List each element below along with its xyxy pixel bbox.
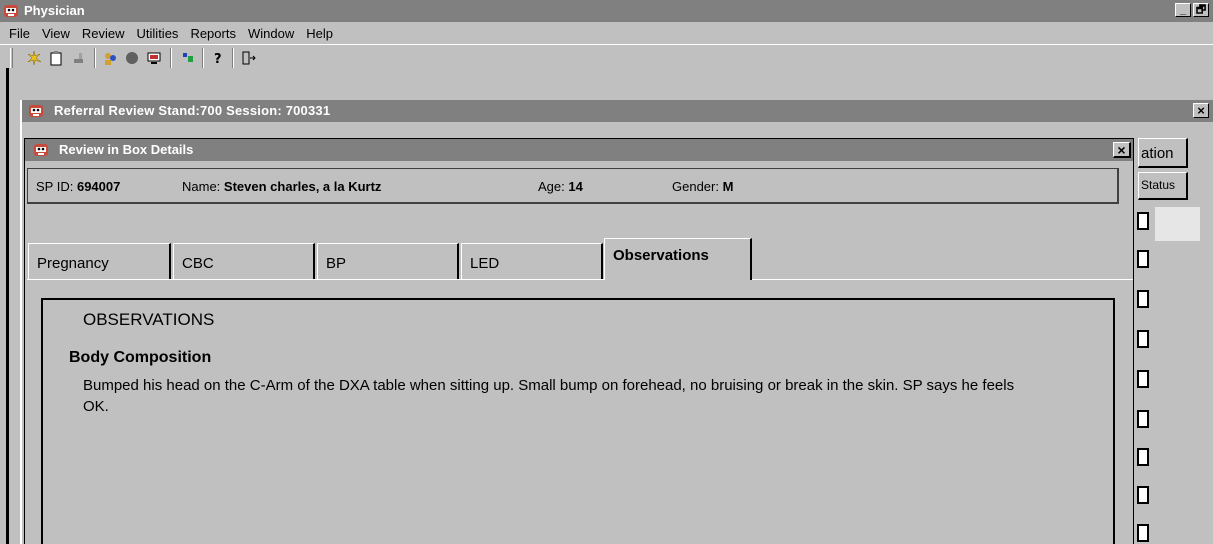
name-value: Steven charles, a la Kurtz — [223, 179, 382, 194]
observation-text: Bumped his head on the C-Arm of the DXA … — [83, 377, 1015, 415]
background-checkbox[interactable] — [1137, 524, 1149, 542]
toolbar-separator — [94, 48, 96, 68]
monitor-icon[interactable] — [144, 48, 164, 68]
review-details-title: Review in Box Details — [59, 142, 194, 157]
tab-cbc[interactable]: CBC — [173, 243, 315, 279]
tab-pregnancy[interactable]: Pregnancy — [28, 243, 171, 279]
referral-close-button[interactable]: × — [1193, 103, 1209, 118]
referral-review-title-bar: Referral Review Stand:700 Session: 70033… — [22, 100, 1213, 122]
users-icon[interactable] — [100, 48, 120, 68]
toolbar-separator — [232, 48, 234, 68]
background-checkbox[interactable] — [1137, 370, 1149, 388]
new-icon[interactable] — [24, 48, 44, 68]
gender-value: M — [722, 179, 734, 194]
menu-reports[interactable]: Reports — [184, 26, 242, 41]
menu-window[interactable]: Window — [242, 26, 300, 41]
desktop: Physician _ 🗗 File View Review Utilities… — [0, 0, 1213, 544]
tab-observations[interactable]: Observations — [604, 238, 752, 280]
toolbar: ? — [0, 44, 1213, 68]
exit-icon[interactable] — [238, 48, 258, 68]
observations-panel: OBSERVATIONS Body Composition Bumped his… — [41, 298, 1115, 544]
mdi-border — [6, 68, 9, 544]
menu-utilities[interactable]: Utilities — [131, 26, 185, 41]
review-in-box-details-window: Review in Box Details × SP ID: 694007 Na… — [24, 138, 1134, 544]
restore-button[interactable]: 🗗 — [1193, 3, 1209, 17]
toolbar-grip — [10, 48, 13, 68]
tab-strip-line — [27, 279, 1133, 280]
clipboard-icon[interactable] — [46, 48, 66, 68]
age-value: 14 — [568, 179, 583, 194]
name-field: Name: Steven charles, a la Kurtz — [182, 179, 381, 194]
background-checkbox[interactable] — [1137, 290, 1149, 308]
help-icon[interactable]: ? — [208, 48, 228, 68]
background-button-ation[interactable]: ation — [1138, 138, 1188, 168]
background-checkbox[interactable] — [1137, 212, 1149, 230]
background-checkbox[interactable] — [1137, 330, 1149, 348]
gender-field: Gender: M — [672, 179, 733, 194]
app-title-bar: Physician _ 🗗 — [0, 0, 1213, 22]
menu-file[interactable]: File — [3, 26, 36, 41]
sp-id-field: SP ID: 694007 — [36, 179, 120, 194]
sp-id-value: 694007 — [76, 179, 121, 194]
tab-bp[interactable]: BP — [317, 243, 459, 279]
window-app-icon — [33, 142, 49, 158]
svg-text:?: ? — [214, 52, 222, 66]
section-heading: Body Composition — [69, 349, 212, 366]
background-selected-cell — [1155, 207, 1200, 241]
sp-id-label: SP ID: — [36, 179, 74, 194]
menu-help[interactable]: Help — [300, 26, 339, 41]
flag-icon[interactable] — [178, 48, 198, 68]
background-button-status[interactable]: Status — [1138, 172, 1188, 200]
review-details-title-bar: Review in Box Details × — [25, 139, 1133, 161]
stamp-icon[interactable] — [68, 48, 88, 68]
menu-review[interactable]: Review — [76, 26, 131, 41]
menu-bar: File View Review Utilities Reports Windo… — [0, 22, 1213, 44]
toolbar-separator — [170, 48, 172, 68]
toolbar-separator — [202, 48, 204, 68]
physician-app-icon — [3, 3, 19, 19]
background-checkbox[interactable] — [1137, 486, 1149, 504]
background-checkbox[interactable] — [1137, 250, 1149, 268]
gender-label: Gender: — [672, 179, 719, 194]
menu-view[interactable]: View — [36, 26, 76, 41]
app-title: Physician — [24, 3, 85, 18]
stop-icon[interactable] — [122, 48, 142, 68]
tab-led[interactable]: LED — [461, 243, 603, 279]
age-label: Age: — [538, 179, 565, 194]
referral-review-title: Referral Review Stand:700 Session: 70033… — [54, 103, 331, 118]
observations-heading: OBSERVATIONS — [83, 310, 215, 329]
window-app-icon — [28, 103, 44, 119]
name-label: Name: — [182, 179, 221, 194]
minimize-button[interactable]: _ — [1175, 3, 1191, 17]
background-checkbox[interactable] — [1137, 410, 1149, 428]
review-details-close-button[interactable]: × — [1113, 142, 1131, 158]
sp-info-panel: SP ID: 694007 Name: Steven charles, a la… — [27, 168, 1119, 204]
age-field: Age: 14 — [538, 179, 583, 194]
background-checkbox[interactable] — [1137, 448, 1149, 466]
